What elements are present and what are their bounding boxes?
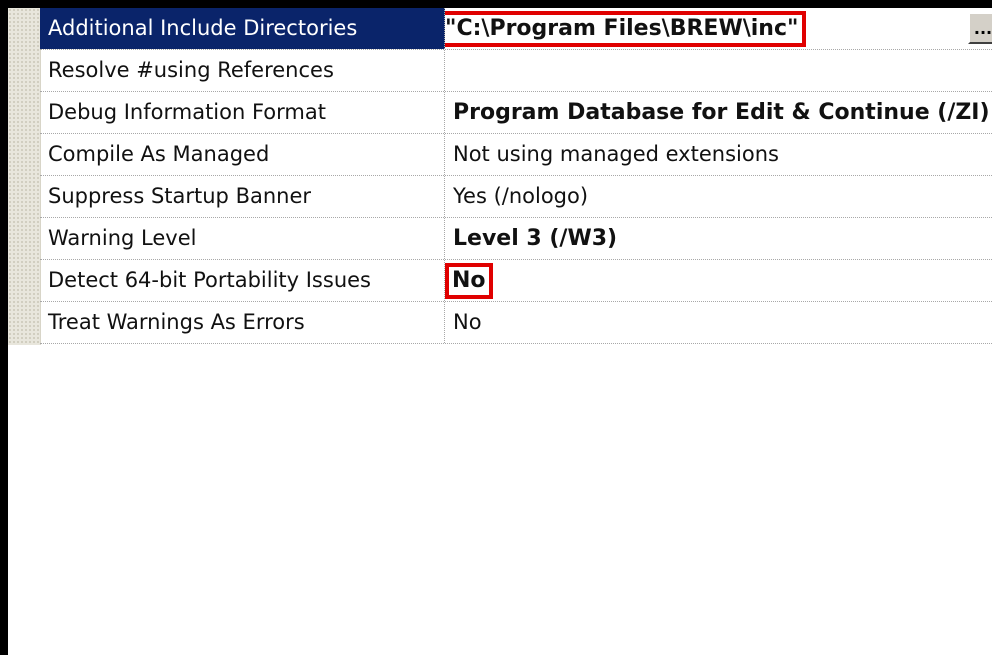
property-name[interactable]: Warning Level [40,218,445,259]
property-row-detect-64bit-portability-issues[interactable]: Detect 64-bit Portability Issues No [40,260,992,302]
property-name[interactable]: Suppress Startup Banner [40,176,445,217]
property-value[interactable]: "C:\Program Files\BREW\inc" ... [445,8,992,49]
property-name[interactable]: Debug Information Format [40,92,445,133]
property-row-resolve-using-references[interactable]: Resolve #using References [40,50,992,92]
property-grid: Additional Include Directories "C:\Progr… [8,8,992,655]
browse-button[interactable]: ... [968,12,992,44]
property-value[interactable]: Not using managed extensions [445,134,992,175]
property-row-additional-include-directories[interactable]: Additional Include Directories "C:\Progr… [40,8,992,50]
property-value[interactable]: No [445,260,992,301]
property-rows: Additional Include Directories "C:\Progr… [40,8,992,344]
property-name[interactable]: Treat Warnings As Errors [40,302,445,343]
property-value[interactable] [445,50,992,91]
property-value[interactable]: Yes (/nologo) [445,176,992,217]
property-name[interactable]: Detect 64-bit Portability Issues [40,260,445,301]
window-frame: Additional Include Directories "C:\Progr… [0,0,992,655]
property-row-compile-as-managed[interactable]: Compile As Managed Not using managed ext… [40,134,992,176]
highlighted-value[interactable]: "C:\Program Files\BREW\inc" [445,11,807,47]
property-value[interactable]: No [445,302,992,343]
property-row-debug-information-format[interactable]: Debug Information Format Program Databas… [40,92,992,134]
property-row-treat-warnings-as-errors[interactable]: Treat Warnings As Errors No [40,302,992,344]
property-row-suppress-startup-banner[interactable]: Suppress Startup Banner Yes (/nologo) [40,176,992,218]
property-value[interactable]: Level 3 (/W3) [445,218,992,259]
highlighted-value[interactable]: No [445,263,493,299]
property-value[interactable]: Program Database for Edit & Continue (/Z… [445,92,992,133]
property-row-warning-level[interactable]: Warning Level Level 3 (/W3) [40,218,992,260]
row-gutter [8,8,41,345]
property-name[interactable]: Compile As Managed [40,134,445,175]
property-name[interactable]: Resolve #using References [40,50,445,91]
property-name[interactable]: Additional Include Directories [40,8,445,49]
